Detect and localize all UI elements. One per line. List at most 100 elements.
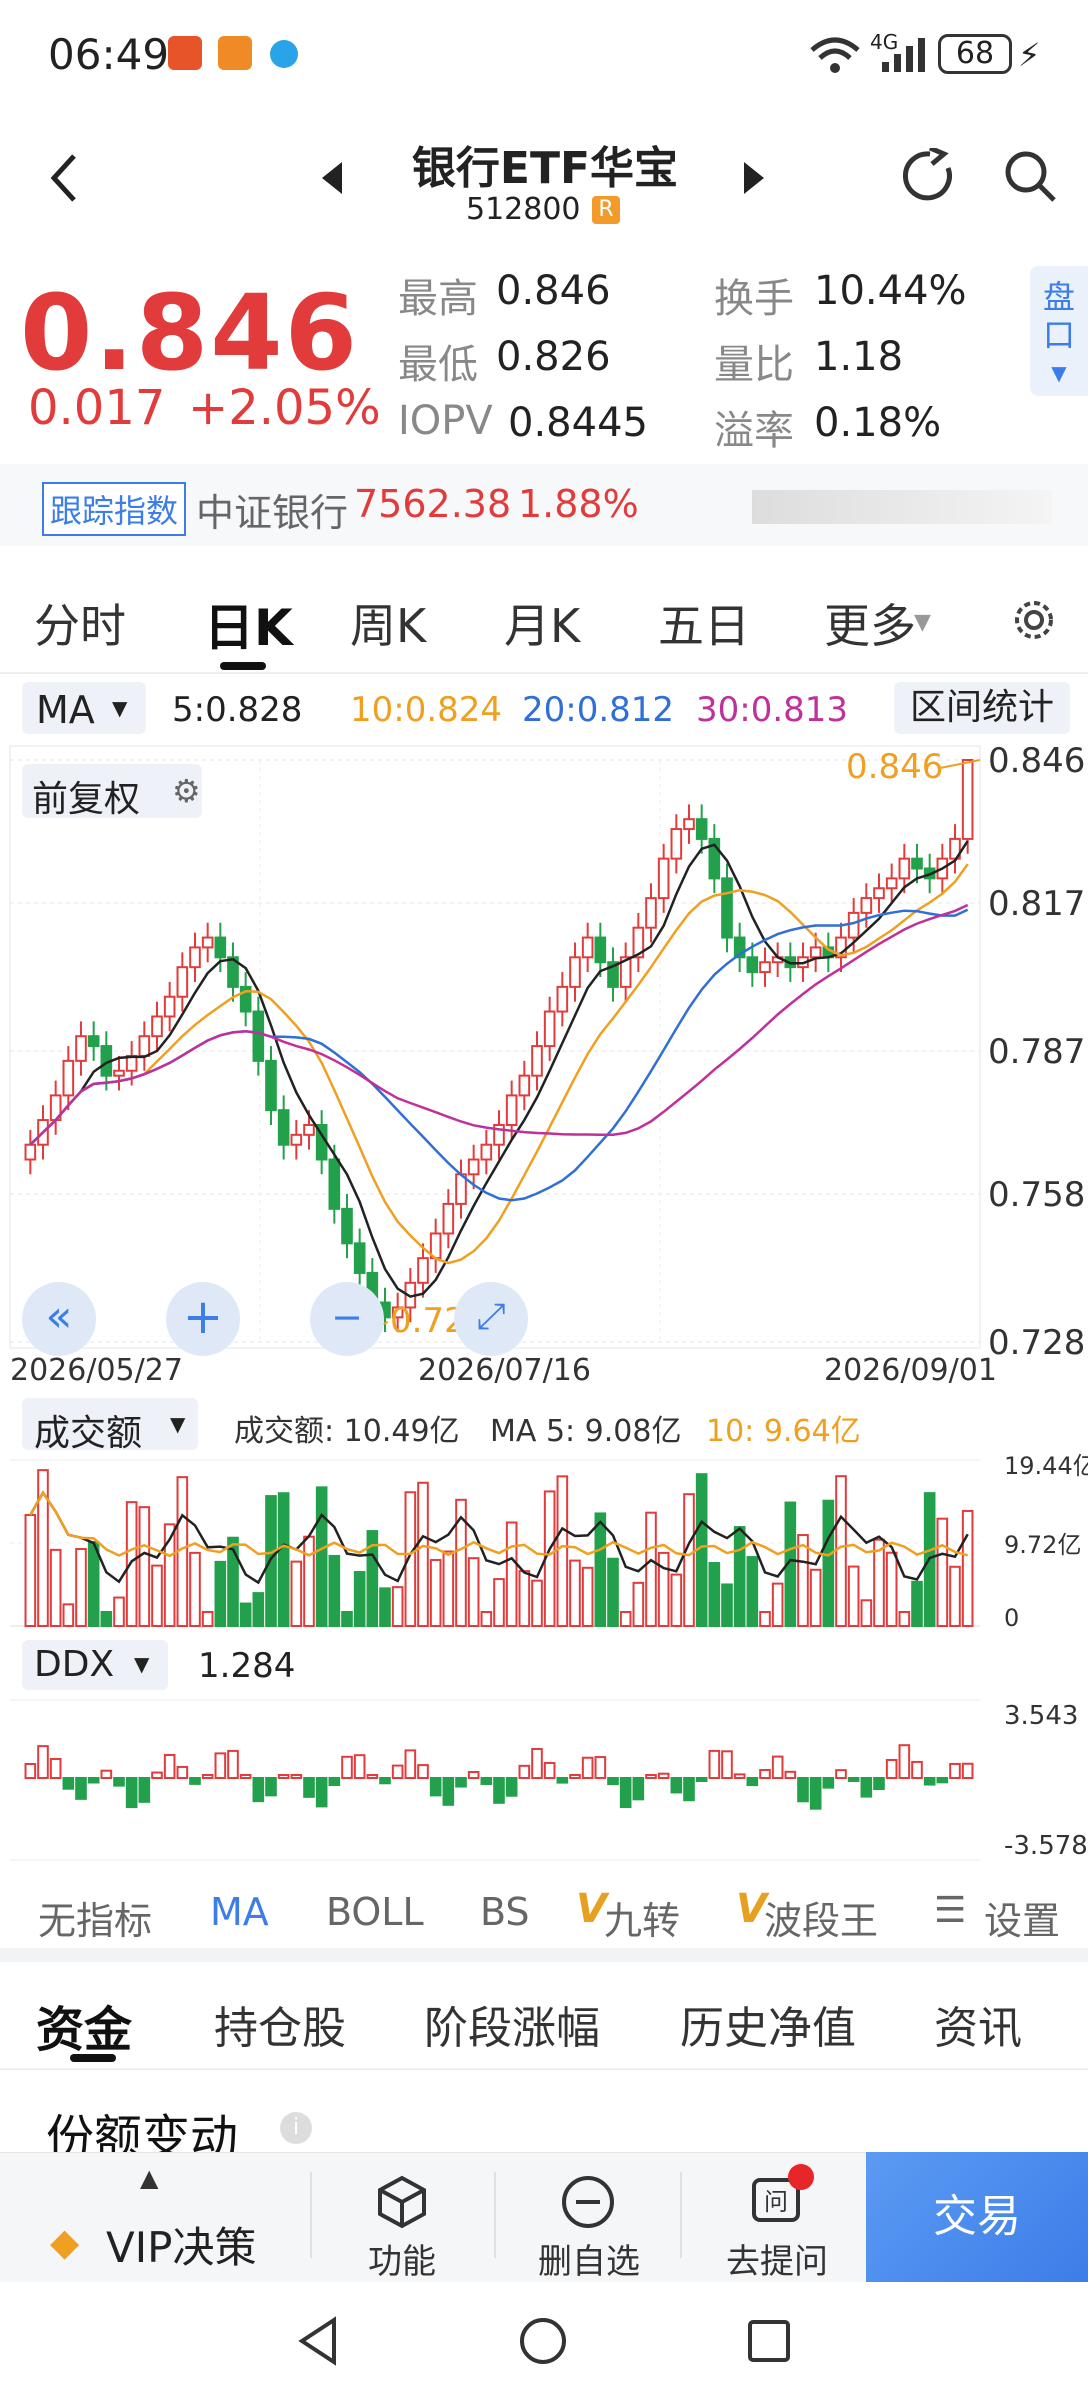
ddx-bar — [911, 1760, 923, 1780]
tab-five-day[interactable]: 五日 — [658, 590, 750, 656]
candle-body — [594, 936, 607, 964]
nav-recents-icon[interactable] — [746, 2318, 792, 2364]
y-tick-label: 0.817 — [988, 884, 1085, 924]
refresh-icon[interactable] — [900, 145, 956, 204]
pankou-button[interactable]: 盘口 ▼ — [1030, 266, 1088, 396]
ddx-bar — [594, 1756, 607, 1780]
back-icon[interactable] — [46, 148, 86, 208]
kline-chart[interactable]: 0.8460.8170.7870.7580.7280.8460.7282026/… — [0, 742, 1088, 1392]
volume-bar — [569, 1559, 581, 1627]
candle-body — [695, 818, 708, 840]
trade-button[interactable]: 交易 — [866, 2152, 1088, 2282]
info-icon[interactable]: i — [280, 2112, 312, 2144]
vol-ratio-value: 1.18 — [814, 334, 904, 380]
volume-bar — [201, 1611, 214, 1627]
candle-body — [847, 911, 860, 939]
ddx-bar — [607, 1777, 619, 1786]
settings-list-icon: ☰ — [934, 1890, 967, 1931]
candle-body — [75, 1035, 87, 1062]
ask-label[interactable]: 去提问 — [712, 2234, 842, 2283]
volume-bar — [442, 1550, 455, 1627]
charging-icon: ⚡ — [1018, 36, 1041, 74]
iopv-value: 0.8445 — [508, 400, 648, 446]
next-stock-icon[interactable] — [740, 160, 768, 196]
wifi-icon — [808, 36, 862, 74]
nav-home-icon[interactable] — [518, 2316, 568, 2366]
fullscreen-button[interactable]: ⤢ — [454, 1282, 528, 1356]
zoom-out-button[interactable]: − — [310, 1282, 384, 1356]
volume-bar — [138, 1506, 151, 1627]
candle-body — [62, 1059, 75, 1097]
ddx-bar — [695, 1777, 708, 1782]
tab-nav-history[interactable]: 历史净值 — [680, 1992, 856, 2056]
max-price-label: 0.846 — [846, 747, 943, 787]
volume-bar — [531, 1579, 543, 1628]
adjust-selector[interactable]: 前复权 ⚙ — [22, 764, 202, 820]
volume-bar — [860, 1599, 873, 1628]
indicator-jiuzhuan[interactable]: 九转 — [604, 1890, 680, 1945]
candle-body — [24, 1143, 37, 1161]
ddx-bar — [493, 1777, 505, 1804]
ddx-bar — [252, 1777, 265, 1803]
ddx-chevron-icon: ▼ — [134, 1652, 150, 1676]
indicator-ma[interactable]: MA — [210, 1890, 269, 1934]
volume-bar — [632, 1581, 645, 1627]
volume-selector[interactable]: 成交额 ▼ — [22, 1398, 198, 1454]
low-label: 最低 — [398, 342, 478, 388]
ma-selector[interactable]: MA ▼ — [22, 682, 146, 734]
adjust-label: 前复权 — [32, 779, 141, 820]
range-stats-button[interactable]: 区间统计 — [894, 682, 1070, 734]
vip-decision[interactable]: VIP决策 — [106, 2214, 256, 2275]
candle-body — [138, 1035, 151, 1057]
indicator-settings[interactable]: 设置 — [984, 1890, 1060, 1945]
indicator-boduanwang[interactable]: 波段王 — [764, 1890, 878, 1945]
zoom-in-button[interactable]: + — [166, 1282, 240, 1356]
volume-bar — [328, 1554, 341, 1627]
tab-news[interactable]: 资讯 — [934, 1992, 1022, 2056]
function-icon[interactable] — [372, 2172, 432, 2232]
indicator-boll[interactable]: BOLL — [326, 1890, 424, 1934]
ddx-selector[interactable]: DDX ▼ — [22, 1640, 168, 1690]
volume-bar — [759, 1611, 771, 1627]
tab-fenshi[interactable]: 分时 — [34, 590, 126, 656]
function-label[interactable]: 功能 — [352, 2234, 452, 2283]
tab-more[interactable]: 更多 — [824, 590, 916, 656]
candle-body — [721, 877, 733, 939]
ddx-bar — [860, 1777, 873, 1798]
ddx-bar — [746, 1777, 759, 1787]
tab-holdings[interactable]: 持仓股 — [214, 1992, 346, 2056]
candle-body — [341, 1207, 353, 1245]
remove-favorite-label[interactable]: 删自选 — [524, 2234, 654, 2283]
search-icon[interactable] — [1002, 148, 1058, 204]
active-tab-indicator — [220, 662, 266, 670]
nav-back-icon[interactable] — [294, 2316, 344, 2366]
candle-body — [885, 877, 898, 890]
tab-funds[interactable]: 资金 — [36, 1990, 132, 2060]
ddx-bar — [949, 1762, 961, 1780]
ddx-bar — [138, 1777, 151, 1803]
tab-weekly-k[interactable]: 周K — [350, 590, 426, 656]
volume-bar — [100, 1611, 113, 1627]
volume-bar — [721, 1583, 733, 1627]
ma10-value: 10:0.824 — [350, 690, 503, 730]
candle-body — [645, 897, 657, 929]
diamond-icon: ◆ — [50, 2220, 80, 2264]
ddx-bar — [303, 1777, 315, 1798]
remove-favorite-icon[interactable] — [558, 2172, 618, 2232]
settings-gear-icon[interactable] — [1010, 596, 1058, 644]
expand-up-icon[interactable]: ▲ — [140, 2164, 158, 2192]
scroll-left-button[interactable]: « — [22, 1282, 96, 1356]
tab-monthly-k[interactable]: 月K — [504, 590, 580, 656]
candle-body — [670, 828, 683, 860]
stock-code: 512800 — [466, 192, 581, 227]
volume-bar — [49, 1548, 62, 1627]
indicator-none[interactable]: 无指标 — [38, 1890, 152, 1945]
candle-body — [214, 936, 227, 959]
tab-daily-k[interactable]: 日K — [204, 588, 293, 660]
volume-bar — [113, 1596, 125, 1628]
prev-stock-icon[interactable] — [318, 160, 346, 196]
indicator-bs[interactable]: BS — [480, 1890, 530, 1934]
iopv-label: IOPV — [398, 398, 493, 444]
tab-stage-gain[interactable]: 阶段涨幅 — [424, 1992, 600, 2056]
max-price-pointer — [939, 759, 981, 769]
